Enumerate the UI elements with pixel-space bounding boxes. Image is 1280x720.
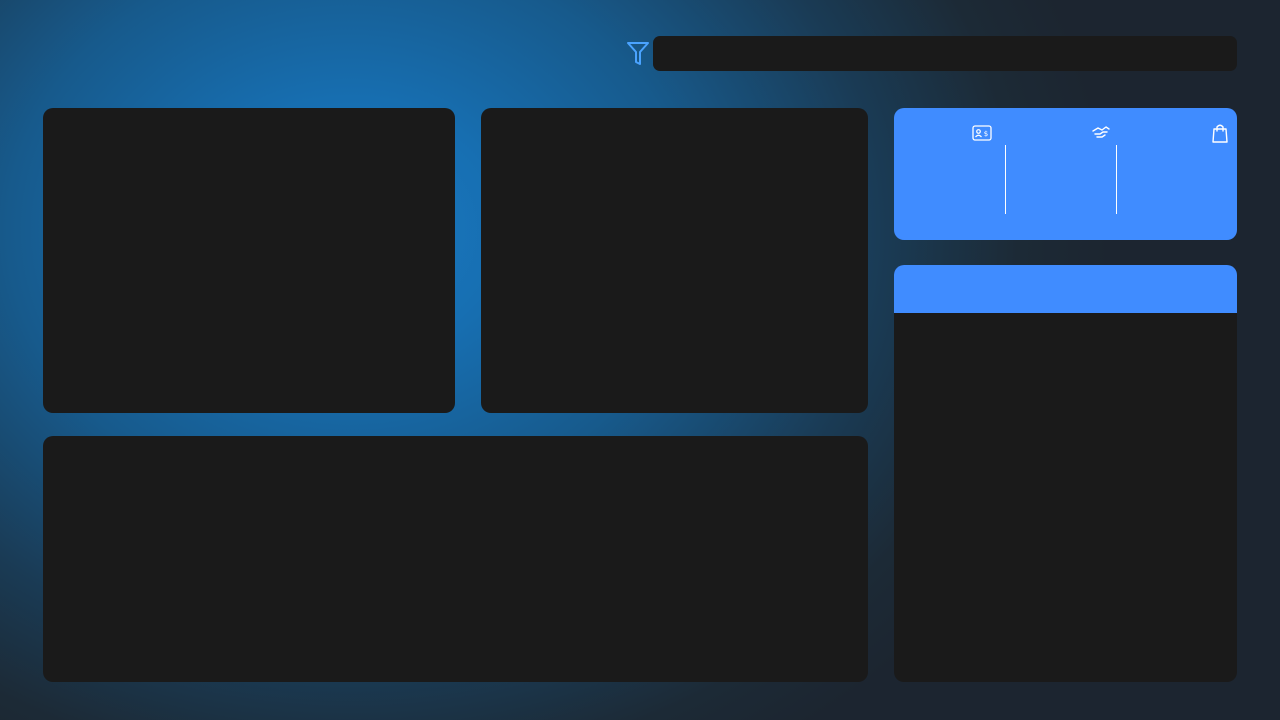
id-card-icon: $ xyxy=(972,125,992,141)
chart-panel-bottom-wide xyxy=(43,436,868,682)
shopping-bag-icon xyxy=(1212,124,1228,143)
handshake-icon xyxy=(1092,126,1110,138)
chart-panel-top-left xyxy=(43,108,455,413)
filter-funnel-icon[interactable] xyxy=(626,40,650,66)
kpi-divider xyxy=(1116,145,1117,214)
list-panel-header xyxy=(894,265,1237,313)
list-panel-body xyxy=(894,313,1237,682)
kpi-divider xyxy=(1005,145,1006,214)
svg-text:$: $ xyxy=(984,130,988,138)
filter-bar[interactable] xyxy=(653,36,1237,71)
list-panel xyxy=(894,265,1237,682)
kpi-card: $ xyxy=(894,108,1237,240)
chart-panel-top-middle xyxy=(481,108,868,413)
